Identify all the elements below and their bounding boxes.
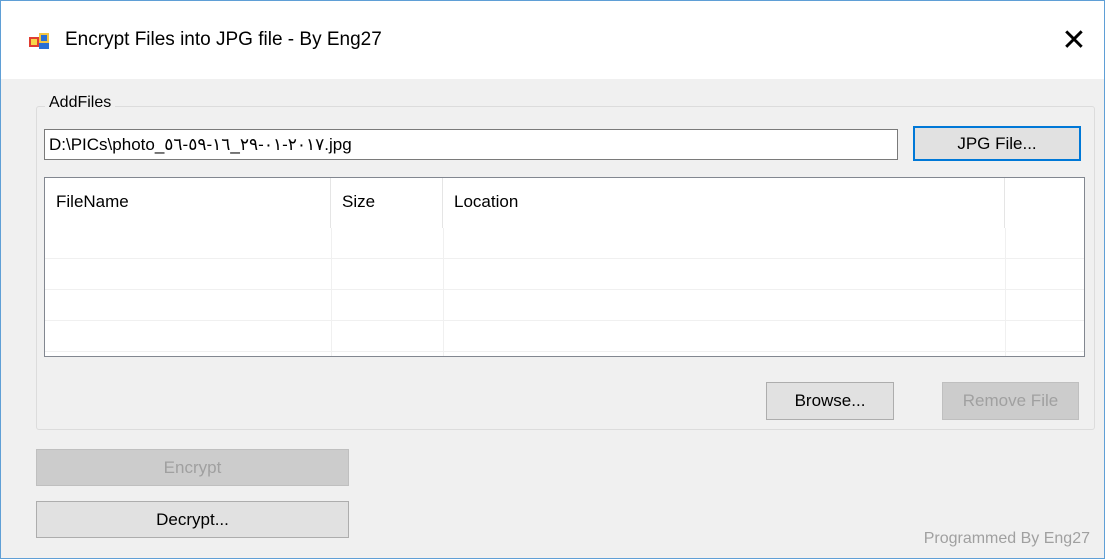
decrypt-button[interactable]: Decrypt... xyxy=(36,501,349,538)
addfiles-group-label: AddFiles xyxy=(45,94,116,112)
column-divider xyxy=(1005,228,1006,356)
column-divider xyxy=(331,228,332,356)
remove-file-button[interactable]: Remove File xyxy=(942,382,1079,420)
list-row xyxy=(45,259,1084,290)
column-header-size[interactable]: Size xyxy=(331,178,443,228)
close-icon[interactable]: ✕ xyxy=(1044,1,1104,79)
list-row xyxy=(45,228,1084,259)
file-list-header: FileName Size Location xyxy=(45,178,1084,228)
list-row xyxy=(45,290,1084,321)
column-header-location[interactable]: Location xyxy=(443,178,1005,228)
credit-label: Programmed By Eng27 xyxy=(923,530,1090,547)
column-header-filename[interactable]: FileName xyxy=(45,178,331,228)
list-row xyxy=(45,321,1084,352)
file-path-input[interactable] xyxy=(44,129,898,160)
file-list[interactable]: FileName Size Location xyxy=(44,177,1085,357)
column-divider xyxy=(443,228,444,356)
jpg-file-button[interactable]: JPG File... xyxy=(913,126,1081,161)
encrypt-button[interactable]: Encrypt xyxy=(36,449,349,486)
app-icon xyxy=(29,33,49,49)
browse-button[interactable]: Browse... xyxy=(766,382,894,420)
title-bar[interactable]: Encrypt Files into JPG file - By Eng27 ✕ xyxy=(1,1,1104,79)
window-title: Encrypt Files into JPG file - By Eng27 xyxy=(65,29,382,50)
main-window: Encrypt Files into JPG file - By Eng27 ✕… xyxy=(0,0,1105,559)
